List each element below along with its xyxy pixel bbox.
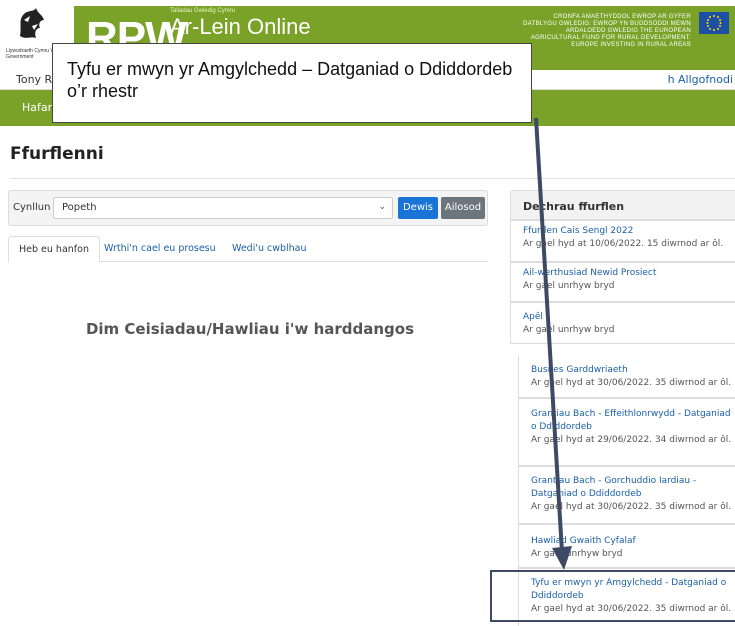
chevron-down-icon: ⌄ (378, 202, 386, 212)
form-availability: Ar gael hyd at 30/06/2022. 35 diwrnod ar… (531, 378, 732, 388)
form-link[interactable]: Ail-werthusiad Newid Prosiect (523, 267, 735, 280)
status-tabs: Heb eu hanfon Wrthi'n cael eu prosesu We… (8, 236, 488, 263)
list-item: Ffurflen Cais Sengl 2022 Ar gael hyd at … (510, 220, 735, 262)
form-link[interactable]: Grantiau Bach - Effeithlonrwydd - Datgan… (531, 408, 735, 434)
eu-flag-icon (699, 12, 729, 34)
tab-completed[interactable]: Wedi'u cwblhau (222, 236, 317, 262)
form-link[interactable]: Grantiau Bach - Gorchuddio Iardiau - Dat… (531, 475, 735, 501)
eafrd-text: CRONFA AMAETHYDDOL EWROP AR GYFER DATBLY… (523, 14, 691, 48)
list-item: Apêl Ar gael unrhyw bryd (510, 302, 735, 344)
divider (10, 178, 735, 179)
start-form-panel: Dechrau ffurflen Ffurflen Cais Sengl 202… (510, 190, 735, 626)
page-title: Ffurflenni (10, 144, 104, 164)
highlight-box (490, 570, 735, 622)
list-item: Hawliad Gwaith Cyfalaf Ar gael unrhyw br… (518, 524, 735, 568)
scheme-select-value: Popeth (62, 202, 97, 213)
instruction-callout: Tyfu er mwyn yr Amgylchedd – Datganiad o… (52, 43, 532, 123)
start-form-heading: Dechrau ffurflen (510, 190, 735, 220)
list-item: Ail-werthusiad Newid Prosiect Ar gael un… (510, 262, 735, 302)
form-availability: Ar gael unrhyw bryd (523, 281, 615, 291)
logout-link[interactable]: h Allgofnodi (668, 73, 733, 86)
list-item: Grantiau Bach - Effeithlonrwydd - Datgan… (518, 398, 735, 466)
reset-button[interactable]: Ailosod (441, 197, 485, 219)
tab-processing[interactable]: Wrthi'n cael eu prosesu (94, 236, 226, 262)
form-availability: Ar gael unrhyw bryd (531, 549, 623, 559)
form-availability: Ar gael hyd at 29/06/2022. 34 diwrnod ar… (531, 435, 732, 445)
welsh-government-logo[interactable]: Llywodraeth Cymru Welsh Government (6, 6, 64, 66)
welsh-dragon-icon (20, 8, 44, 38)
empty-message: Dim Ceisiadau/Hawliau i'w harddangos (85, 320, 415, 338)
form-link[interactable]: Busnes Garddwriaeth (531, 364, 735, 377)
list-item: Busnes Garddwriaeth Ar gael hyd at 30/06… (518, 356, 735, 398)
list-item: Grantiau Bach - Gorchuddio Iardiau - Dat… (518, 466, 735, 524)
scheme-filter-panel: Cynllun Popeth ⌄ Dewis Ailosod (8, 190, 488, 226)
brand-subtitle: Ar-Lein Online (170, 14, 311, 39)
form-link[interactable]: Apêl (523, 311, 735, 324)
tab-not-submitted[interactable]: Heb eu hanfon (8, 236, 100, 263)
form-link[interactable]: Ffurflen Cais Sengl 2022 (523, 225, 735, 238)
form-availability: Ar gael unrhyw bryd (523, 325, 615, 335)
scheme-label: Cynllun (13, 202, 51, 213)
choose-button[interactable]: Dewis (398, 197, 438, 219)
form-link[interactable]: Hawliad Gwaith Cyfalaf (531, 535, 735, 548)
form-availability: Ar gael hyd at 10/06/2022. 15 diwrnod ar… (523, 239, 724, 249)
form-availability: Ar gael hyd at 30/06/2022. 35 diwrnod ar… (531, 502, 732, 512)
scheme-select[interactable]: Popeth ⌄ (53, 197, 393, 219)
user-name: Tony Ri (16, 73, 56, 86)
